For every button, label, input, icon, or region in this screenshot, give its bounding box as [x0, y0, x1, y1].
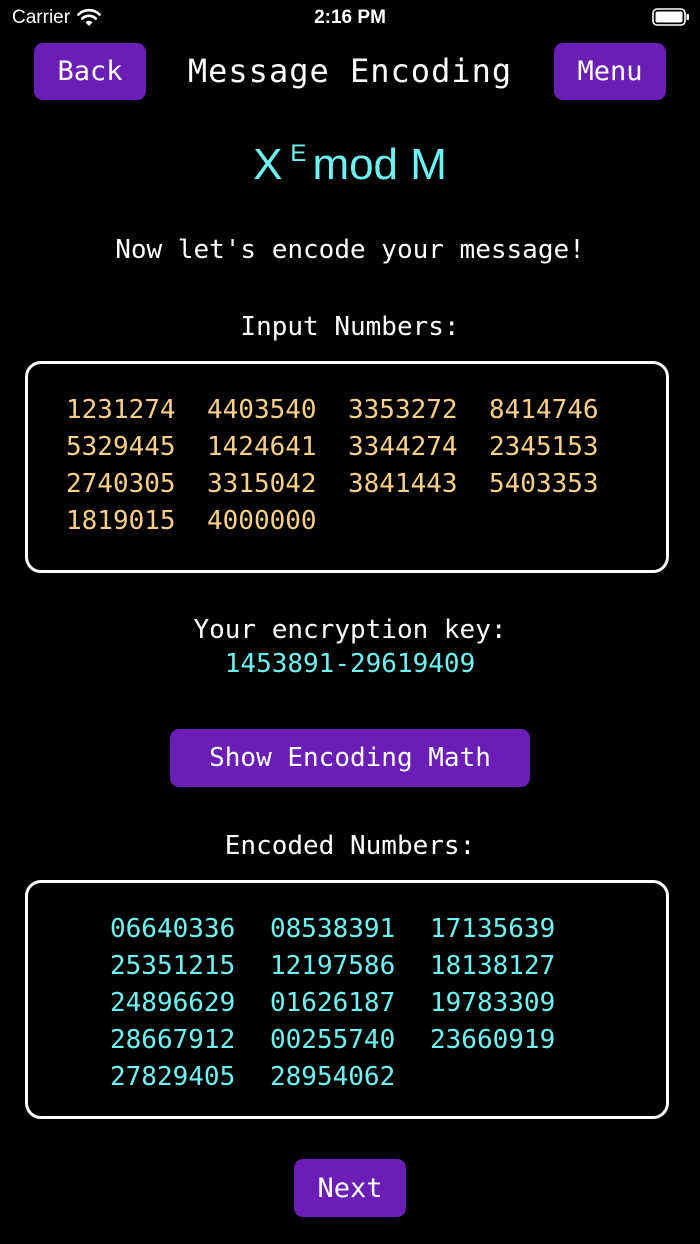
encoded-numbers-list: 06640336 08538391 17135639 25351215 12197586…: [110, 911, 600, 1096]
encryption-key-value: 1453891-29619409: [224, 649, 476, 679]
input-number: 4403540: [207, 395, 317, 425]
input-number: 5403353: [489, 469, 599, 499]
input-number: 2740305: [66, 469, 176, 499]
input-number: 4000000: [207, 506, 317, 536]
encoded-number: 28954062: [270, 1062, 396, 1092]
encoded-number: 28667912: [110, 1025, 236, 1055]
page-title: Message Encoding: [187, 52, 513, 90]
back-button[interactable]: Back: [34, 43, 146, 100]
intro-text: Now let's encode your message!: [115, 235, 585, 265]
input-number: 1424641: [207, 432, 317, 462]
input-number: 1819015: [66, 506, 176, 536]
encoded-number: 00255740: [270, 1025, 396, 1055]
encoded-number: 12197586: [270, 951, 396, 981]
encoded-numbers-label: Encoded Numbers:: [224, 831, 476, 861]
input-number: 3353272: [348, 395, 458, 425]
encoded-number: 25351215: [110, 951, 236, 981]
input-number: 1231274: [66, 395, 176, 425]
battery-icon: [652, 8, 689, 26]
menu-button[interactable]: Menu: [554, 43, 666, 100]
encoded-number: 27829405: [110, 1062, 236, 1092]
encoded-number: 23660919: [430, 1025, 556, 1055]
formula-base: X: [253, 140, 283, 189]
input-number: 3344274: [348, 432, 458, 462]
formula-heading: X Emod M: [0, 138, 700, 199]
status-time: 2:16 PM: [314, 7, 386, 28]
encoded-number: 17135639: [430, 914, 556, 944]
input-numbers-list: 1231274 4403540 3353272 8414746 5329445 14246…: [66, 392, 646, 540]
input-numbers-box: 1231274 4403540 3353272 8414746 5329445 14246…: [25, 361, 669, 573]
encoded-numbers-box: 06640336 08538391 17135639 25351215 12197586…: [25, 880, 669, 1119]
input-number: 5329445: [66, 432, 176, 462]
input-number: 2345153: [489, 432, 599, 462]
encoded-number: 19783309: [430, 988, 556, 1018]
input-number: 3315042: [207, 469, 317, 499]
encoded-number: 01626187: [270, 988, 396, 1018]
status-bar: Carrier 2:16 PM: [0, 0, 700, 36]
encoded-number: 24896629: [110, 988, 236, 1018]
input-number: 3841443: [348, 469, 458, 499]
show-encoding-math-button[interactable]: Show Encoding Math: [170, 729, 530, 787]
next-button[interactable]: Next: [294, 1159, 406, 1217]
formula-exponent: E: [290, 140, 307, 167]
input-number: 8414746: [489, 395, 599, 425]
encoded-number: 08538391: [270, 914, 396, 944]
encoded-number: 06640336: [110, 914, 236, 944]
encoded-number: 18138127: [430, 951, 556, 981]
formula-modulus: mod M: [312, 140, 447, 189]
input-numbers-label: Input Numbers:: [240, 312, 460, 342]
encryption-key-label: Your encryption key:: [193, 615, 507, 645]
